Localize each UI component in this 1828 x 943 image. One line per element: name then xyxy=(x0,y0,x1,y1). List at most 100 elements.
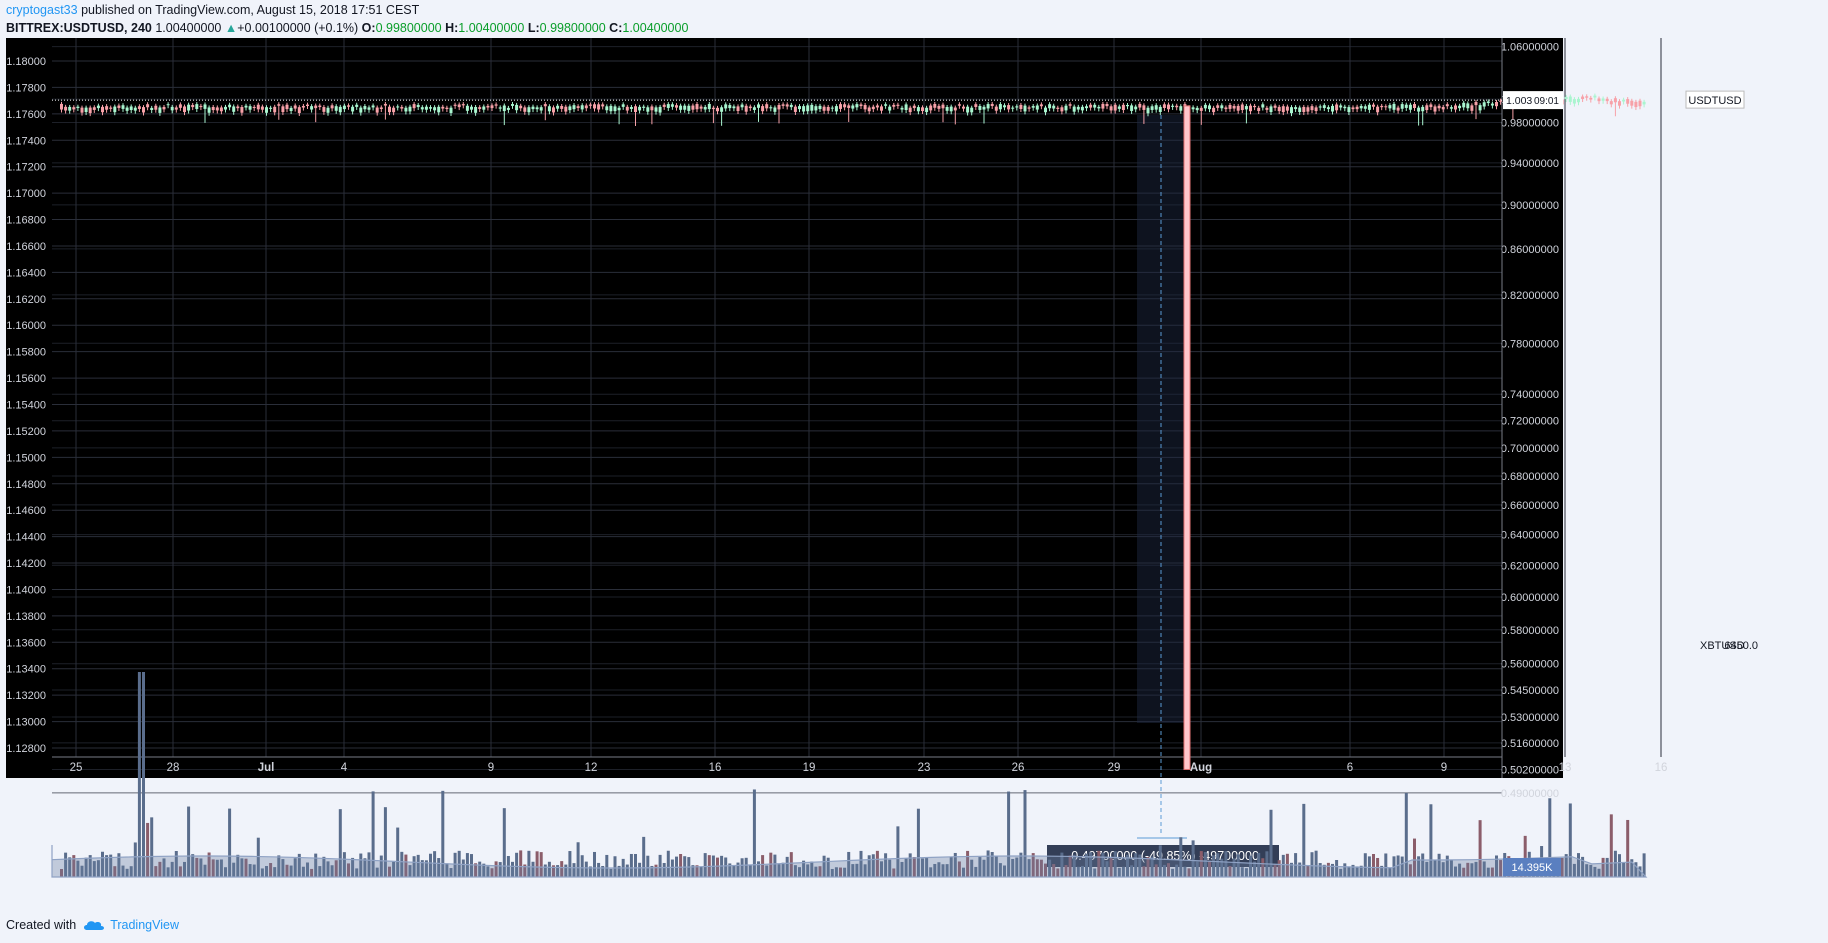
candle xyxy=(654,107,658,112)
candle xyxy=(1273,105,1277,108)
x-axis-tick: 25 xyxy=(70,762,83,774)
candle xyxy=(1359,105,1363,109)
candle xyxy=(1597,98,1601,102)
candle xyxy=(543,104,547,107)
candle xyxy=(1257,107,1261,111)
crash-candle xyxy=(1183,105,1191,770)
candle xyxy=(937,105,941,109)
candle xyxy=(1199,107,1203,111)
candle xyxy=(970,107,974,113)
candle xyxy=(1105,103,1109,107)
candle xyxy=(490,105,494,109)
candle xyxy=(601,104,605,107)
usdtusd-value-label: 1.003 xyxy=(1506,95,1532,107)
candle xyxy=(232,106,236,112)
candle xyxy=(576,106,580,109)
candle xyxy=(158,107,162,113)
tradingview-brand-link[interactable]: TradingView xyxy=(82,918,179,932)
right-axis-tick: 0.90000000 xyxy=(1501,200,1559,212)
candle xyxy=(789,104,793,108)
candle xyxy=(137,106,141,110)
candle xyxy=(310,106,314,110)
candle xyxy=(1011,107,1015,109)
candle xyxy=(1490,103,1494,106)
candle xyxy=(88,107,92,114)
candle xyxy=(1642,101,1646,105)
x-axis-tick: 23 xyxy=(918,762,931,774)
candle xyxy=(1076,106,1080,110)
candle xyxy=(355,104,359,107)
candle xyxy=(1023,105,1027,112)
right-axis-tick: 0.98000000 xyxy=(1501,118,1559,130)
left-axis-tick: 1.13800 xyxy=(6,611,46,623)
candle xyxy=(338,106,342,113)
candle xyxy=(256,104,260,110)
price-chart[interactable]: 1.18000 1.17800 1.17600 1.17400 1.17200 1.170… xyxy=(0,0,1828,943)
left-axis-tick: 1.17600 xyxy=(6,109,46,121)
candle xyxy=(1142,105,1146,110)
candle xyxy=(539,107,543,111)
candle xyxy=(822,106,826,111)
candle xyxy=(1302,106,1306,113)
candle xyxy=(1162,104,1166,108)
candle xyxy=(109,107,113,109)
candle xyxy=(888,106,892,111)
candle xyxy=(1244,106,1248,110)
candle xyxy=(646,107,650,112)
candle xyxy=(1113,104,1117,111)
candle xyxy=(125,107,129,111)
candle xyxy=(301,105,305,108)
candle xyxy=(1035,105,1039,110)
left-axis-tick: 1.14000 xyxy=(6,584,46,596)
volume-bar xyxy=(752,789,756,877)
candle xyxy=(1466,103,1470,109)
right-axis-tick: 0.72000000 xyxy=(1501,416,1559,428)
candle xyxy=(1269,106,1273,113)
candle xyxy=(929,105,933,111)
candle xyxy=(506,107,510,110)
candle xyxy=(1138,103,1142,108)
candle xyxy=(974,104,978,107)
candle xyxy=(1117,106,1121,109)
candle xyxy=(1404,104,1408,108)
right-axis-tick: 0.74000000 xyxy=(1501,389,1559,401)
candle xyxy=(1249,105,1252,112)
candle xyxy=(1593,95,1597,98)
candle xyxy=(650,106,654,111)
candle xyxy=(285,104,289,110)
candle xyxy=(449,107,453,114)
candle xyxy=(363,106,367,110)
candle xyxy=(433,107,437,111)
candle xyxy=(1630,100,1634,106)
candle xyxy=(1068,104,1072,106)
candle xyxy=(1568,96,1572,102)
candle xyxy=(982,106,986,110)
candle xyxy=(1388,105,1392,109)
left-axis-tick: 1.14600 xyxy=(6,505,46,517)
candle xyxy=(474,106,478,113)
candle xyxy=(757,104,760,108)
candle xyxy=(802,106,806,112)
candle xyxy=(1372,104,1375,107)
candle xyxy=(322,107,326,112)
candle xyxy=(1314,107,1318,112)
candle xyxy=(658,106,662,113)
candle xyxy=(388,106,391,113)
candle xyxy=(240,107,244,113)
candle xyxy=(531,106,535,110)
candle xyxy=(875,105,879,108)
candle xyxy=(593,104,596,109)
candle xyxy=(1179,106,1183,111)
candle xyxy=(1080,106,1084,111)
candle xyxy=(1007,105,1011,110)
candle xyxy=(1495,101,1498,107)
candle xyxy=(371,105,375,108)
candle xyxy=(1261,104,1265,108)
right-axis-tick: 0.66000000 xyxy=(1501,500,1559,512)
candle xyxy=(1044,107,1047,113)
candle xyxy=(793,106,797,112)
candle xyxy=(568,106,572,111)
candle xyxy=(884,104,888,106)
right-axis-tick: 0.82000000 xyxy=(1501,290,1559,302)
candle xyxy=(293,105,297,109)
